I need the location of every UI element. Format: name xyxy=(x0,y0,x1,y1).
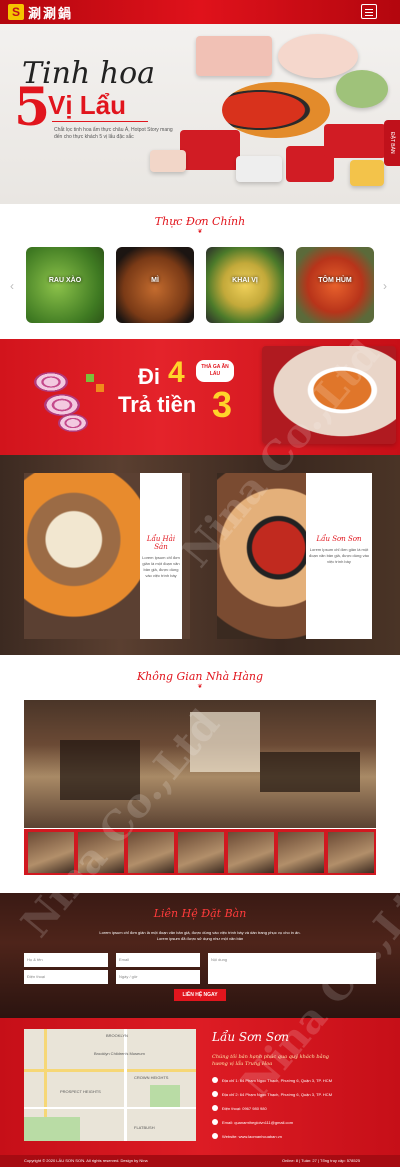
promo-badge: THẢ GA ĂN LẨU xyxy=(196,360,234,382)
hero-number: 5 xyxy=(14,77,51,138)
seafood-panel-card[interactable]: Lẩu Hải Sản Lorem Ipsum chỉ đơn giản là … xyxy=(140,473,182,639)
menu-card-tom-hum[interactable]: TÔM HÙM xyxy=(296,247,374,323)
gallery-thumb[interactable] xyxy=(278,832,324,873)
phone-field[interactable]: Điện thoại xyxy=(24,970,108,984)
location-icon xyxy=(212,1077,218,1083)
promo-text-tra-tien: Trả tiền xyxy=(118,392,197,417)
page: { "header": {"logo_badge": "S", "logo_te… xyxy=(0,0,400,1167)
dish-image xyxy=(150,150,186,172)
footer-email[interactable]: Email: quanamthegioivn111@gmail.com xyxy=(222,1120,293,1125)
map-label: Brooklyn Children's Museum xyxy=(94,1051,145,1056)
menu-card-rau-xao[interactable]: RAU XÀO xyxy=(26,247,104,323)
book-table-tab[interactable]: ĐẶT BÀN xyxy=(384,120,400,166)
hamburger-menu-button[interactable] xyxy=(361,4,377,19)
son-son-panel-desc: Lorem Ipsum chỉ đơn giản là một đoạn văn… xyxy=(309,547,370,564)
gallery-thumb[interactable] xyxy=(328,832,374,873)
menu-bar xyxy=(365,12,373,13)
google-map[interactable]: BROOKLYN Brooklyn Children's Museum CROW… xyxy=(24,1029,196,1141)
menu-card-label: MÌ xyxy=(151,277,159,284)
menu-card-label: KHAI VỊ xyxy=(232,277,258,284)
map-label: CROWN HEIGHTS xyxy=(134,1075,169,1080)
carousel-next-icon[interactable]: › xyxy=(383,279,387,293)
globe-icon xyxy=(212,1133,218,1139)
herb-image xyxy=(86,374,94,382)
promo-number-4: 4 xyxy=(168,356,185,389)
map-label: BROOKLYN xyxy=(106,1033,128,1038)
copyright-text: Copyright © 2020 LẨU SƠN SƠN. All rights… xyxy=(24,1158,148,1163)
menu-card-khai-vi[interactable]: KHAI VỊ xyxy=(206,247,284,323)
email-field[interactable]: Email xyxy=(116,953,200,967)
promo-number-3: 3 xyxy=(212,384,233,425)
menu-card-label: TÔM HÙM xyxy=(318,277,352,284)
onion-image xyxy=(44,394,80,416)
map-park xyxy=(150,1085,180,1107)
onion-image xyxy=(34,372,68,392)
visitor-stats: Online: 8 | Tuần: 27 | Tổng truy cập: 57… xyxy=(282,1158,361,1163)
logo-icon[interactable]: S xyxy=(8,4,24,20)
hero-description: Chắt lọc tinh hoa ẩm thực châu Á, Hotpot… xyxy=(54,127,173,140)
menu-bar xyxy=(365,9,373,10)
menu-card-mi[interactable]: MÌ xyxy=(116,247,194,323)
submit-button[interactable]: LIÊN HỆ NGAY xyxy=(174,989,226,1001)
onion-image xyxy=(58,414,88,432)
location-icon xyxy=(212,1091,218,1097)
interior-tables-image xyxy=(260,752,360,792)
dish-image xyxy=(350,160,384,186)
map-road xyxy=(24,1069,196,1072)
map-park xyxy=(24,1117,80,1141)
date-field[interactable]: Ngày / giờ xyxy=(116,970,200,984)
hero-title-line2: Vị Lẩu xyxy=(48,90,127,120)
promo-text-di: Đi xyxy=(138,364,160,389)
map-label: PROSPECT HEIGHTS xyxy=(60,1089,101,1094)
gallery-thumb[interactable] xyxy=(228,832,274,873)
dish-tray-image xyxy=(180,130,240,170)
hero-divider xyxy=(52,121,148,122)
footer-website[interactable]: Website: www.laomanhcuaban.vn xyxy=(222,1134,282,1139)
footer-bottom-bar: Copyright © 2020 LẨU SƠN SƠN. All rights… xyxy=(0,1155,400,1167)
name-field[interactable]: Họ & tên xyxy=(24,953,108,967)
map-label: FLATBUSH xyxy=(134,1125,155,1130)
menu-card-label: RAU XÀO xyxy=(48,277,82,284)
title-ornament-icon: ❦ xyxy=(197,229,203,235)
son-son-panel-card[interactable]: Lẩu Sơn Sơn Lorem Ipsum chỉ đơn giản là … xyxy=(306,473,372,639)
map-road xyxy=(124,1029,127,1141)
herb-image xyxy=(96,384,104,392)
meat-platter-image xyxy=(196,36,272,76)
map-road xyxy=(24,1107,196,1109)
meat-platter-image xyxy=(278,34,358,78)
menu-bar xyxy=(365,15,373,16)
contact-description: Lorem ipsum chỉ đơn giản là một đoạn văn… xyxy=(99,930,301,941)
menu-section-title: Thực Đơn Chính xyxy=(154,215,246,228)
carousel-prev-icon[interactable]: ‹ xyxy=(10,279,14,293)
hotpot-image xyxy=(222,82,330,138)
footer-phone[interactable]: Điện thoại: 0967 980 980 xyxy=(222,1106,267,1111)
phone-icon xyxy=(212,1105,218,1111)
title-ornament-icon: ❦ xyxy=(197,684,203,690)
gallery-thumb[interactable] xyxy=(178,832,224,873)
vegetable-plate-image xyxy=(336,70,388,108)
dish-image xyxy=(236,156,282,182)
seafood-panel-desc: Lorem Ipsum chỉ đơn giản là một đoạn văn… xyxy=(142,555,180,578)
dish-tray-image xyxy=(324,124,386,158)
space-section-title: Không Gian Nhà Hàng xyxy=(136,670,264,683)
email-icon xyxy=(212,1119,218,1125)
logo-text[interactable]: 涮涮鍋 xyxy=(28,3,73,22)
son-son-panel-title: Lẩu Sơn Sơn xyxy=(316,535,362,543)
